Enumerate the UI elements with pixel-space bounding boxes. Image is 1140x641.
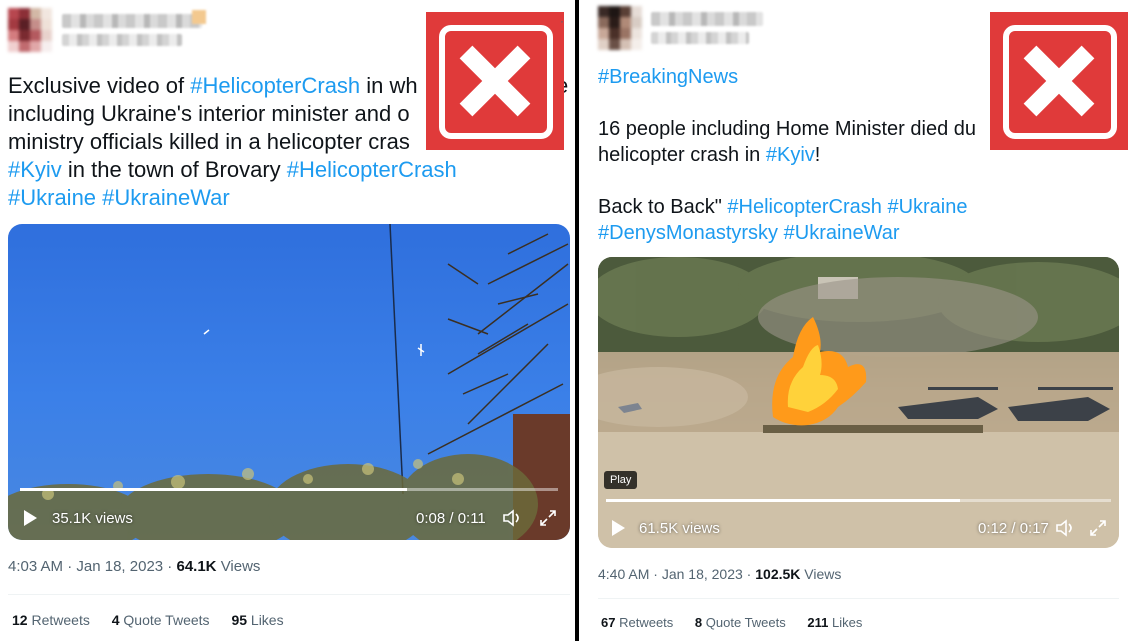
tweet-text-segment: ministry officials killed in a helicopte…: [8, 129, 410, 154]
video-progress-fill: [20, 488, 408, 491]
false-x-icon: [426, 12, 564, 150]
likes-stat[interactable]: 211 Likes: [807, 615, 862, 630]
play-tooltip: Play: [604, 471, 638, 489]
handle-blurred: [62, 34, 182, 46]
quote-tweets-stat[interactable]: 4 Quote Tweets: [112, 612, 210, 628]
hashtag-link[interactable]: #HelicopterCrash: [190, 73, 360, 98]
tweet-text-line: #DenysMonastyrsky #UkraineWar: [598, 220, 976, 246]
divider-line: [598, 598, 1119, 599]
tweet-time[interactable]: 4:03 AM: [8, 558, 63, 575]
tweet-text: #BreakingNews 16 people including Home M…: [598, 64, 976, 246]
tweet-date[interactable]: Jan 18, 2023: [662, 566, 743, 582]
more-options-icon[interactable]: ·: [560, 14, 564, 28]
tweet-text-line: including Ukraine's interior minister an…: [8, 100, 457, 128]
video-frame-trees: [8, 224, 570, 540]
tweet-text-segment: Back to Back": [598, 196, 728, 218]
views-count: 64.1K: [176, 558, 217, 575]
tweet-text-line: Exclusive video of #HelicopterCrash in w…: [8, 72, 457, 100]
video-player[interactable]: 35.1K views 0:08 / 0:11: [8, 224, 570, 540]
video-time: 0:08 / 0:11: [416, 510, 486, 527]
avatar-blurred[interactable]: [598, 6, 642, 50]
hashtag-link[interactable]: #DenysMonastyrsky: [598, 222, 778, 244]
tweet-text-line: [598, 90, 976, 116]
views-label: Views: [804, 566, 842, 582]
tweet-text-line: 16 people including Home Minister died d…: [598, 116, 976, 142]
hashtag-link[interactable]: #Ukraine: [887, 196, 967, 218]
tweet-text-line: #BreakingNews: [598, 64, 976, 90]
tweet-meta: 4:40 AM · Jan 18, 2023 · 102.5K Views: [598, 566, 842, 582]
tweet-text: Exclusive video of #HelicopterCrash in w…: [8, 72, 457, 212]
quote-tweets-stat[interactable]: 8 Quote Tweets: [695, 615, 786, 630]
tweet-text-segment: 16 people including Home Minister died d…: [598, 118, 977, 140]
video-progress-track[interactable]: [20, 488, 558, 491]
tweet-date[interactable]: Jan 18, 2023: [76, 558, 163, 575]
tweet-meta: 4:03 AM · Jan 18, 2023 · 64.1K Views: [8, 558, 261, 575]
divider-line: [8, 594, 570, 595]
tweet-text-line: #Ukraine #UkraineWar: [8, 184, 457, 212]
hashtag-link[interactable]: #BreakingNews: [598, 66, 738, 88]
tweet-text-segment: helicopter crash in: [598, 144, 766, 166]
fullscreen-icon[interactable]: [1088, 518, 1108, 538]
retweets-stat[interactable]: 12 Retweets: [12, 612, 90, 628]
hashtag-link[interactable]: #HelicopterCrash: [727, 196, 882, 218]
hashtag-link[interactable]: #Kyiv: [766, 144, 815, 166]
volume-icon[interactable]: [502, 508, 524, 528]
tweet-text-segment: in the town of Brovary: [61, 157, 287, 182]
video-views: 35.1K views: [52, 510, 133, 527]
video-time: 0:12 / 0:17: [978, 520, 1049, 537]
tweet-time[interactable]: 4:40 AM: [598, 566, 649, 582]
tweet-text-segment: !: [814, 144, 821, 166]
video-frame-explosion: [598, 257, 1119, 548]
views-count: 102.5K: [755, 566, 801, 582]
avatar-blurred[interactable]: [8, 8, 52, 52]
false-x-icon: [990, 12, 1128, 150]
play-icon[interactable]: [24, 510, 37, 526]
views-label: Views: [220, 558, 261, 575]
video-progress-fill: [606, 499, 960, 502]
left-tweet-panel: Exclusive video of #HelicopterCrash in w…: [0, 0, 575, 641]
likes-stat[interactable]: 95 Likes: [231, 612, 283, 628]
play-icon[interactable]: [612, 520, 625, 536]
username-blurred[interactable]: [651, 12, 763, 26]
video-views: 61.5K views: [639, 520, 720, 537]
fullscreen-icon[interactable]: [538, 508, 558, 528]
hashtag-link[interactable]: #UkraineWar: [102, 185, 230, 210]
tweet-text-line: helicopter crash in #Kyiv!: [598, 142, 976, 168]
tweet-text-segment: in wh: [360, 73, 418, 98]
tweet-text-line: [598, 168, 976, 194]
hashtag-link[interactable]: #HelicopterCrash: [287, 157, 457, 182]
video-player[interactable]: Play 61.5K views 0:12 / 0:17: [598, 257, 1119, 548]
hashtag-link[interactable]: #Kyiv: [8, 157, 62, 182]
handle-blurred: [651, 32, 749, 44]
hashtag-link[interactable]: #Ukraine: [8, 185, 96, 210]
tweet-text-segment: Exclusive video of: [8, 73, 191, 98]
tweet-text-line: ministry officials killed in a helicopte…: [8, 128, 457, 156]
video-progress-track[interactable]: [606, 499, 1111, 502]
engagement-stats: 12 Retweets 4 Quote Tweets 95 Likes: [12, 612, 302, 628]
tweet-text-line: Back to Back" #HelicopterCrash #Ukraine: [598, 194, 976, 220]
emoji-blurred: [192, 10, 206, 24]
retweets-stat[interactable]: 67 Retweets: [601, 615, 673, 630]
tweet-text-segment: including Ukraine's interior minister an…: [8, 101, 410, 126]
hashtag-link[interactable]: #UkraineWar: [784, 222, 900, 244]
username-blurred[interactable]: [62, 14, 202, 28]
engagement-stats: 67 Retweets 8 Quote Tweets 211 Likes: [601, 615, 880, 630]
volume-icon[interactable]: [1055, 518, 1077, 538]
tweet-text-line: #Kyiv in the town of Brovary #Helicopter…: [8, 156, 457, 184]
